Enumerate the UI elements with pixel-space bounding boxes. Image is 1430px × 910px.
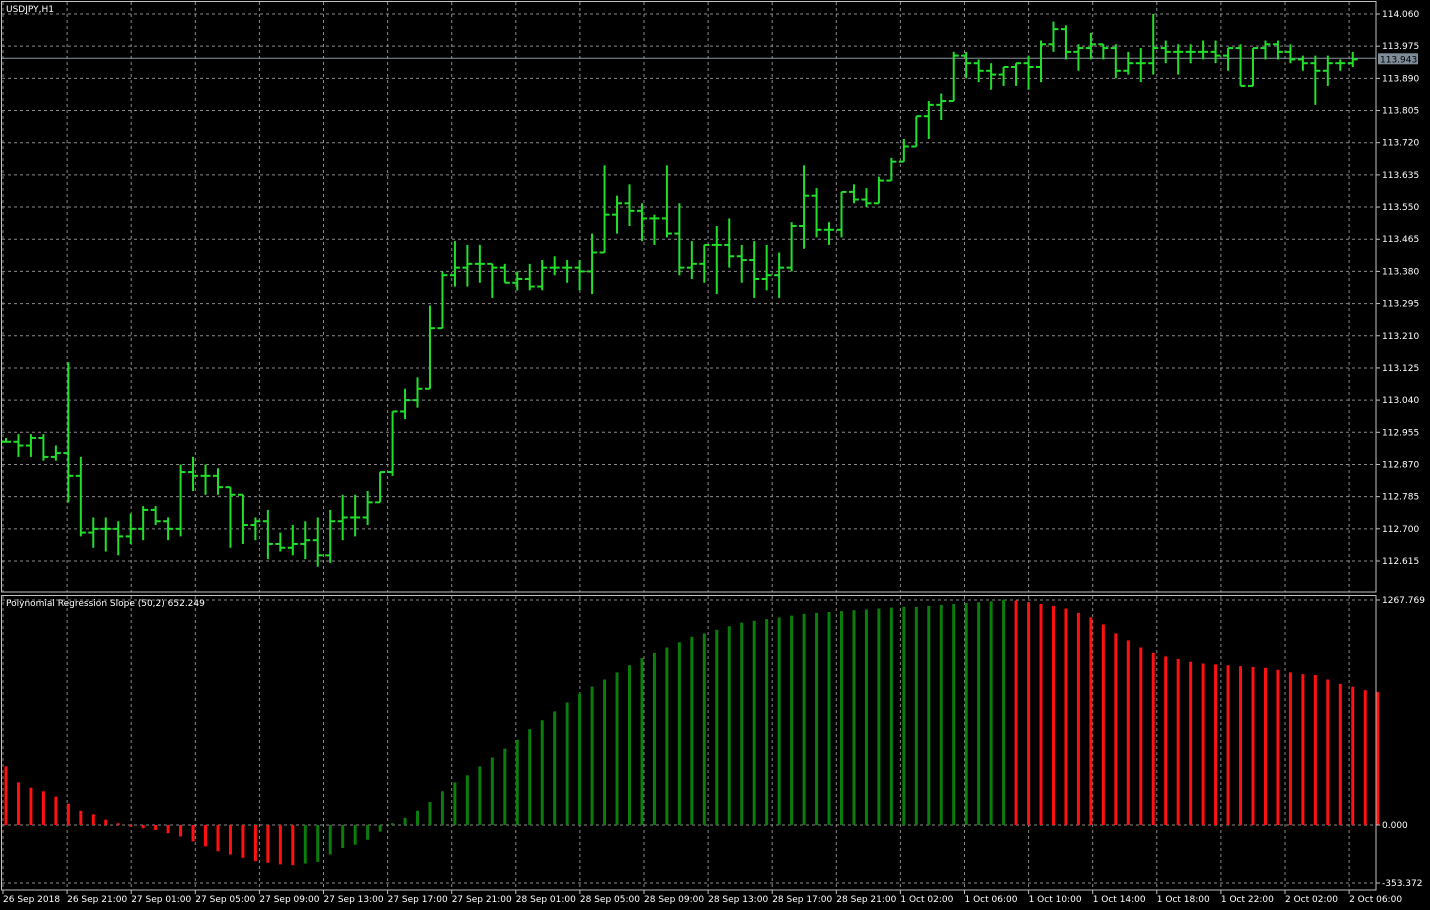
time-axis-label: 27 Sep 05:00 — [195, 895, 255, 905]
price-axis-label: 113.975 — [1382, 42, 1419, 52]
price-axis-label: 113.380 — [1382, 267, 1419, 277]
time-axis-label: 27 Sep 13:00 — [324, 895, 384, 905]
price-axis-label: 113.295 — [1382, 300, 1419, 310]
price-axis-label: 112.870 — [1382, 460, 1419, 470]
time-axis-label: 1 Oct 02:00 — [900, 895, 953, 905]
current-price-tag: 113.943 — [1378, 53, 1418, 65]
price-axis-label: 113.465 — [1382, 235, 1419, 245]
price-axis-label: 113.720 — [1382, 139, 1419, 149]
time-axis-label: 27 Sep 09:00 — [259, 895, 319, 905]
current-price-tag-label: 113.943 — [1380, 55, 1417, 65]
price-axis-label: 112.955 — [1382, 428, 1419, 438]
chart-area: 114.060 113.975 113.890 113.805 113.720 113.6… — [0, 0, 1430, 910]
time-axis-label: 1 Oct 10:00 — [1029, 895, 1082, 905]
time-axis-label: 28 Sep 09:00 — [644, 895, 704, 905]
time-axis-label: 1 Oct 14:00 — [1093, 895, 1146, 905]
price-axis-label: 113.550 — [1382, 203, 1419, 213]
price-axis-label: 112.785 — [1382, 493, 1419, 503]
time-axis-label: 2 Oct 06:00 — [1349, 895, 1402, 905]
price-axis-label: 113.890 — [1382, 74, 1419, 84]
time-axis-label: 28 Sep 17:00 — [772, 895, 832, 905]
time-axis-label: 28 Sep 05:00 — [580, 895, 640, 905]
price-axis-label: 113.805 — [1382, 107, 1419, 117]
price-axis-label: 113.635 — [1382, 171, 1419, 181]
time-axis-label: 28 Sep 13:00 — [708, 895, 768, 905]
price-axis-label: 113.040 — [1382, 396, 1419, 406]
indicator-axis-label: 0.000 — [1382, 821, 1408, 831]
indicator-panel-title: Polynomial Regression Slope (50,2) 652.2… — [6, 599, 205, 609]
price-axis-label: 114.060 — [1382, 10, 1419, 20]
time-axis-label: 2 Oct 02:00 — [1285, 895, 1338, 905]
indicator-axis-label: -353.372 — [1382, 879, 1422, 889]
time-axis-label: 1 Oct 06:00 — [965, 895, 1018, 905]
price-axis-label: 113.125 — [1382, 364, 1419, 374]
time-axis-label: 28 Sep 01:00 — [516, 895, 576, 905]
time-axis-label: 27 Sep 21:00 — [452, 895, 512, 905]
price-axis-label: 113.210 — [1382, 332, 1419, 342]
time-axis-label: 26 Sep 2018 — [3, 895, 60, 905]
time-axis-label: 26 Sep 21:00 — [67, 895, 127, 905]
price-axis-label: 112.700 — [1382, 525, 1419, 535]
time-axis-label: 27 Sep 17:00 — [388, 895, 448, 905]
time-axis-label: 1 Oct 22:00 — [1221, 895, 1274, 905]
time-axis-label: 1 Oct 18:00 — [1157, 895, 1210, 905]
time-axis-label: 28 Sep 21:00 — [836, 895, 896, 905]
indicator-axis-label: 1267.769 — [1382, 596, 1425, 606]
price-panel-title: USDJPY,H1 — [6, 5, 54, 15]
price-axis-label: 112.615 — [1382, 557, 1419, 567]
time-axis-label: 27 Sep 01:00 — [131, 895, 191, 905]
